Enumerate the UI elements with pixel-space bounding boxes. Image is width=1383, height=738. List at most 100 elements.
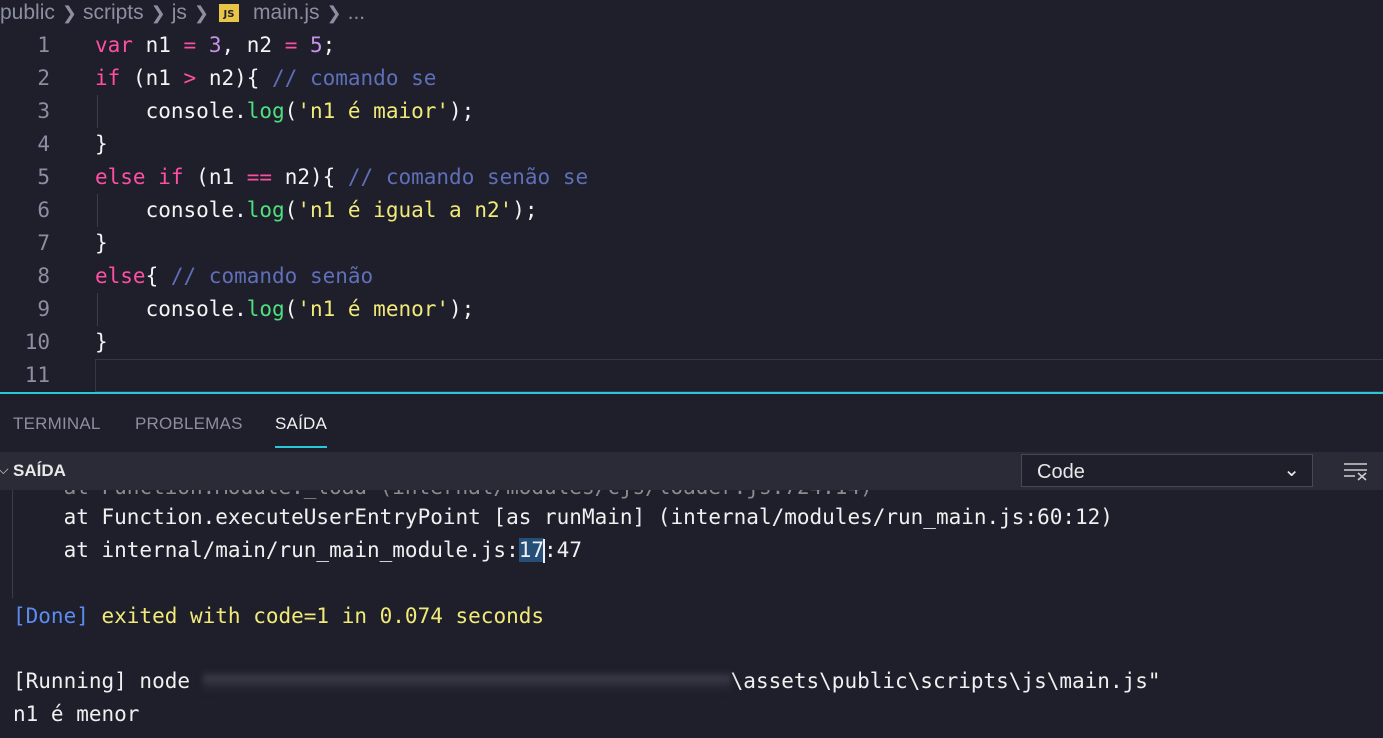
code-line[interactable]: 7} bbox=[0, 227, 1383, 260]
code-token: else bbox=[95, 264, 146, 288]
code-token: 5 bbox=[310, 33, 323, 57]
breadcrumb-item-file[interactable]: main.js bbox=[253, 1, 320, 25]
running-command: [Running] node bbox=[13, 669, 203, 693]
breadcrumb-item-js[interactable]: js bbox=[172, 1, 187, 25]
line-number[interactable]: 4 bbox=[0, 128, 50, 161]
code-line[interactable]: 8 else{ // comando senão bbox=[0, 260, 1383, 293]
code-token: ); bbox=[449, 297, 475, 321]
code-token: var bbox=[95, 33, 133, 57]
line-number[interactable]: 10 bbox=[0, 326, 50, 359]
code-token: console. bbox=[95, 297, 247, 321]
code-line[interactable]: 1 var n1 = 3, n2 = 5; bbox=[0, 29, 1383, 62]
line-number[interactable]: 5 bbox=[0, 161, 50, 194]
code-token: // comando se bbox=[272, 66, 437, 90]
tab-terminal[interactable]: TERMINAL bbox=[13, 414, 101, 434]
code-token: , n2 bbox=[221, 33, 285, 57]
code-token: = bbox=[183, 33, 197, 57]
line-number[interactable]: 2 bbox=[0, 62, 50, 95]
clear-output-icon[interactable] bbox=[1343, 461, 1369, 481]
code-token: } bbox=[95, 330, 108, 354]
line-number[interactable]: 7 bbox=[0, 227, 50, 260]
code-token: ( bbox=[284, 198, 298, 222]
code-text: } bbox=[95, 326, 108, 359]
code-line[interactable]: 2 if (n1 > n2){ // comando se bbox=[0, 62, 1383, 95]
code-line[interactable]: 11 bbox=[0, 359, 1383, 392]
code-text: } bbox=[95, 227, 108, 260]
code-text: } bbox=[95, 128, 108, 161]
output-line: at internal/main/run_main_module.js:17:4… bbox=[13, 534, 582, 567]
code-token: ( bbox=[284, 297, 298, 321]
code-line[interactable]: 5 else if (n1 == n2){ // comando senão se bbox=[0, 161, 1383, 194]
output-line: [Done] exited with code=1 in 0.074 secon… bbox=[13, 600, 544, 633]
code-token: console. bbox=[95, 198, 247, 222]
code-token: ); bbox=[512, 198, 538, 222]
tab-output[interactable]: SAÍDA bbox=[275, 414, 327, 434]
output-content[interactable]: at Function.Module._load (internal/modul… bbox=[0, 490, 1383, 738]
line-number[interactable]: 1 bbox=[0, 29, 50, 62]
code-line[interactable]: 9 console.log('n1 é menor'); bbox=[0, 293, 1383, 326]
output-channel-select[interactable]: Code ⌄ bbox=[1021, 454, 1313, 487]
panel-tabs: TERMINAL PROBLEMAS SAÍDA bbox=[0, 394, 1383, 452]
code-token: (n1 bbox=[183, 165, 247, 189]
code-token: == bbox=[246, 165, 273, 189]
tab-problems[interactable]: PROBLEMAS bbox=[135, 414, 243, 434]
chevron-down-icon: ⌄ bbox=[1283, 459, 1300, 481]
line-number[interactable]: 8 bbox=[0, 260, 50, 293]
javascript-file-icon: JS bbox=[219, 4, 240, 22]
code-token: = bbox=[284, 33, 298, 57]
code-token: 3 bbox=[208, 33, 222, 57]
code-line[interactable]: 6 console.log('n1 é igual a n2'); bbox=[0, 194, 1383, 227]
exit-message: exited with code=1 in 0.074 seconds bbox=[88, 604, 545, 628]
code-token: log bbox=[246, 99, 285, 123]
running-path: \assets\public\scripts\js\main.js" bbox=[730, 669, 1161, 693]
redacted-path bbox=[202, 671, 731, 693]
code-line[interactable]: 3 console.log('n1 é maior'); bbox=[0, 95, 1383, 128]
code-text: else if (n1 == n2){ // comando senão se bbox=[95, 161, 588, 194]
code-line[interactable]: 10} bbox=[0, 326, 1383, 359]
output-channel-value: Code bbox=[1037, 461, 1085, 483]
chevron-right-icon: ❯ bbox=[326, 2, 342, 23]
breadcrumb-item-public[interactable]: public bbox=[0, 1, 55, 25]
code-text: else{ // comando senão bbox=[95, 260, 373, 293]
chevron-right-icon: ❯ bbox=[150, 2, 166, 23]
code-token: 'n1 é igual a n2' bbox=[297, 198, 513, 222]
line-number[interactable]: 11 bbox=[0, 359, 50, 392]
output-view-title: SAÍDA bbox=[13, 461, 66, 480]
line-number[interactable]: 9 bbox=[0, 293, 50, 326]
indent-guide bbox=[97, 95, 98, 128]
output-view-header: ⌵ SAÍDA Code ⌄ bbox=[0, 452, 1383, 490]
output-line: at Function.executeUserEntryPoint [as ru… bbox=[13, 505, 1113, 529]
indent-guide bbox=[97, 293, 98, 326]
line-number[interactable]: 6 bbox=[0, 194, 50, 227]
code-token: // comando senão se bbox=[347, 165, 589, 189]
breadcrumb: public ❯ scripts ❯ js ❯ JS main.js ❯ ... bbox=[0, 0, 1383, 26]
output-line: n1 é menor bbox=[13, 702, 140, 726]
breadcrumb-item-scripts[interactable]: scripts bbox=[83, 1, 144, 25]
code-token: > bbox=[183, 66, 197, 90]
selected-text: 17 bbox=[518, 538, 545, 562]
code-token: (n1 bbox=[120, 66, 184, 90]
line-number[interactable]: 3 bbox=[0, 95, 50, 128]
code-token: n1 bbox=[132, 33, 184, 57]
chevron-down-icon[interactable]: ⌵ bbox=[0, 461, 9, 478]
code-line[interactable]: 4} bbox=[0, 128, 1383, 161]
code-token: } bbox=[95, 132, 108, 156]
code-token: { bbox=[145, 264, 171, 288]
code-token: n2){ bbox=[272, 165, 348, 189]
code-token: else bbox=[95, 165, 146, 189]
code-token: log bbox=[246, 198, 285, 222]
chevron-right-icon: ❯ bbox=[193, 2, 210, 23]
code-text: console.log('n1 é maior'); bbox=[95, 95, 475, 128]
output-line: [Running] node \assets\public\scripts\js… bbox=[13, 665, 1161, 698]
chevron-right-icon: ❯ bbox=[61, 2, 77, 23]
code-token: n2){ bbox=[196, 66, 273, 90]
code-text: console.log('n1 é menor'); bbox=[95, 293, 475, 326]
code-editor[interactable]: 1 var n1 = 3, n2 = 5; 2 if (n1 > n2){ // co… bbox=[0, 26, 1383, 392]
code-text: if (n1 > n2){ // comando se bbox=[95, 62, 436, 95]
breadcrumb-item-symbols[interactable]: ... bbox=[348, 1, 366, 25]
code-token: 'n1 é maior' bbox=[297, 99, 450, 123]
current-line-highlight bbox=[95, 359, 1383, 392]
